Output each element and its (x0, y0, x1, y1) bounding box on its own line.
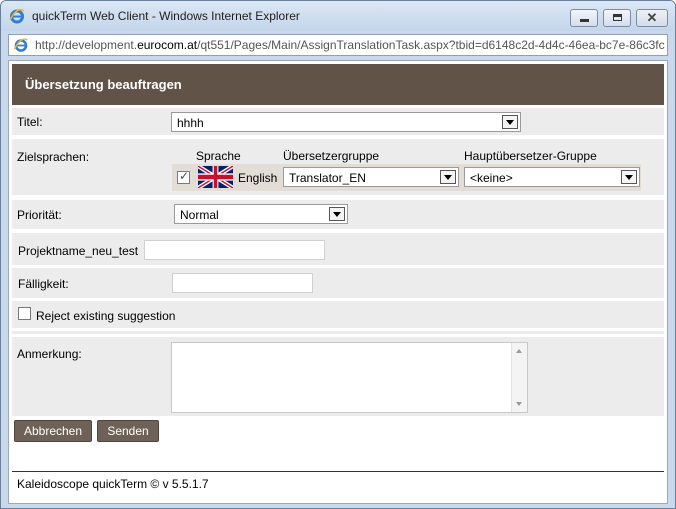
translator-group-select[interactable]: Translator_EN (283, 167, 459, 187)
language-checkbox[interactable] (177, 169, 190, 184)
url-prefix: http://development. (35, 38, 138, 52)
priority-label: Priorität: (17, 208, 62, 222)
dialog-content: Übersetzung beauftragen Titel: hhhh Ziel… (8, 60, 668, 504)
priority-select[interactable]: Normal (174, 204, 348, 224)
url-text: http://development.eurocom.at/qt551/Page… (35, 38, 665, 52)
main-translator-group-select[interactable]: <keine> (464, 167, 640, 187)
dialog-title: Übersetzung beauftragen (25, 77, 182, 92)
window-title: quickTerm Web Client - Windows Internet … (32, 9, 300, 23)
title-select-value: hhhh (177, 116, 204, 130)
translator-group-value: Translator_EN (289, 171, 366, 185)
reject-row: Reject existing suggestion (12, 301, 664, 328)
row-separator (12, 331, 664, 334)
reject-checkbox[interactable] (18, 307, 31, 320)
remark-label: Anmerkung: (17, 347, 82, 361)
language-name: English (238, 171, 278, 185)
chevron-down-icon[interactable] (502, 115, 518, 129)
minimize-icon (580, 19, 589, 22)
language-column-header: Sprache (196, 149, 241, 163)
minimize-button[interactable] (570, 9, 598, 27)
due-row: Fälligkeit: (12, 268, 664, 298)
uk-flag-icon (198, 166, 233, 188)
dialog-header: Übersetzung beauftragen (12, 64, 664, 105)
target-languages-label: Zielsprachen: (17, 150, 90, 164)
url-suffix: /qt551/Pages/Main/AssignTranslationTask.… (197, 38, 665, 52)
title-label: Titel: (17, 115, 43, 129)
browser-window: quickTerm Web Client - Windows Internet … (0, 0, 676, 509)
project-input[interactable] (144, 240, 325, 260)
address-bar[interactable]: http://development.eurocom.at/qt551/Page… (8, 34, 668, 56)
close-button[interactable]: ✕ (636, 9, 668, 27)
chevron-down-icon[interactable] (329, 207, 345, 221)
footer-divider (12, 471, 664, 472)
priority-value: Normal (180, 208, 219, 222)
chevron-down-icon[interactable] (621, 170, 637, 184)
maximize-icon (613, 14, 622, 21)
title-select[interactable]: hhhh (171, 112, 521, 132)
remark-textarea[interactable] (171, 342, 528, 413)
send-button[interactable]: Senden (97, 420, 159, 442)
title-bar[interactable]: quickTerm Web Client - Windows Internet … (1, 1, 675, 31)
footer-version: Kaleidoscope quickTerm © v 5.5.1.7 (17, 477, 209, 491)
project-label: Projektname_neu_test (18, 244, 139, 258)
close-icon: ✕ (646, 10, 658, 25)
remark-scrollbar[interactable] (511, 343, 527, 412)
due-date-input[interactable] (172, 273, 313, 293)
url-host: eurocom.at (137, 38, 198, 52)
main-translator-group-column-header: Hauptübersetzer-Gruppe (464, 149, 597, 163)
chevron-down-icon[interactable] (440, 170, 456, 184)
cancel-button[interactable]: Abbrechen (14, 420, 92, 442)
target-languages-row: Zielsprachen: Sprache Übersetzergruppe H… (12, 139, 664, 195)
translator-group-column-header: Übersetzergruppe (283, 149, 380, 163)
title-row: Titel: hhhh (12, 108, 664, 135)
reject-label: Reject existing suggestion (36, 309, 176, 323)
maximize-button[interactable] (603, 9, 631, 27)
main-translator-group-value: <keine> (470, 171, 513, 185)
page-icon (13, 38, 28, 52)
ie-logo-icon (9, 8, 25, 24)
project-row: Projektname_neu_test (12, 233, 664, 265)
priority-row: Priorität: Normal (12, 200, 664, 229)
due-label: Fälligkeit: (18, 277, 69, 291)
